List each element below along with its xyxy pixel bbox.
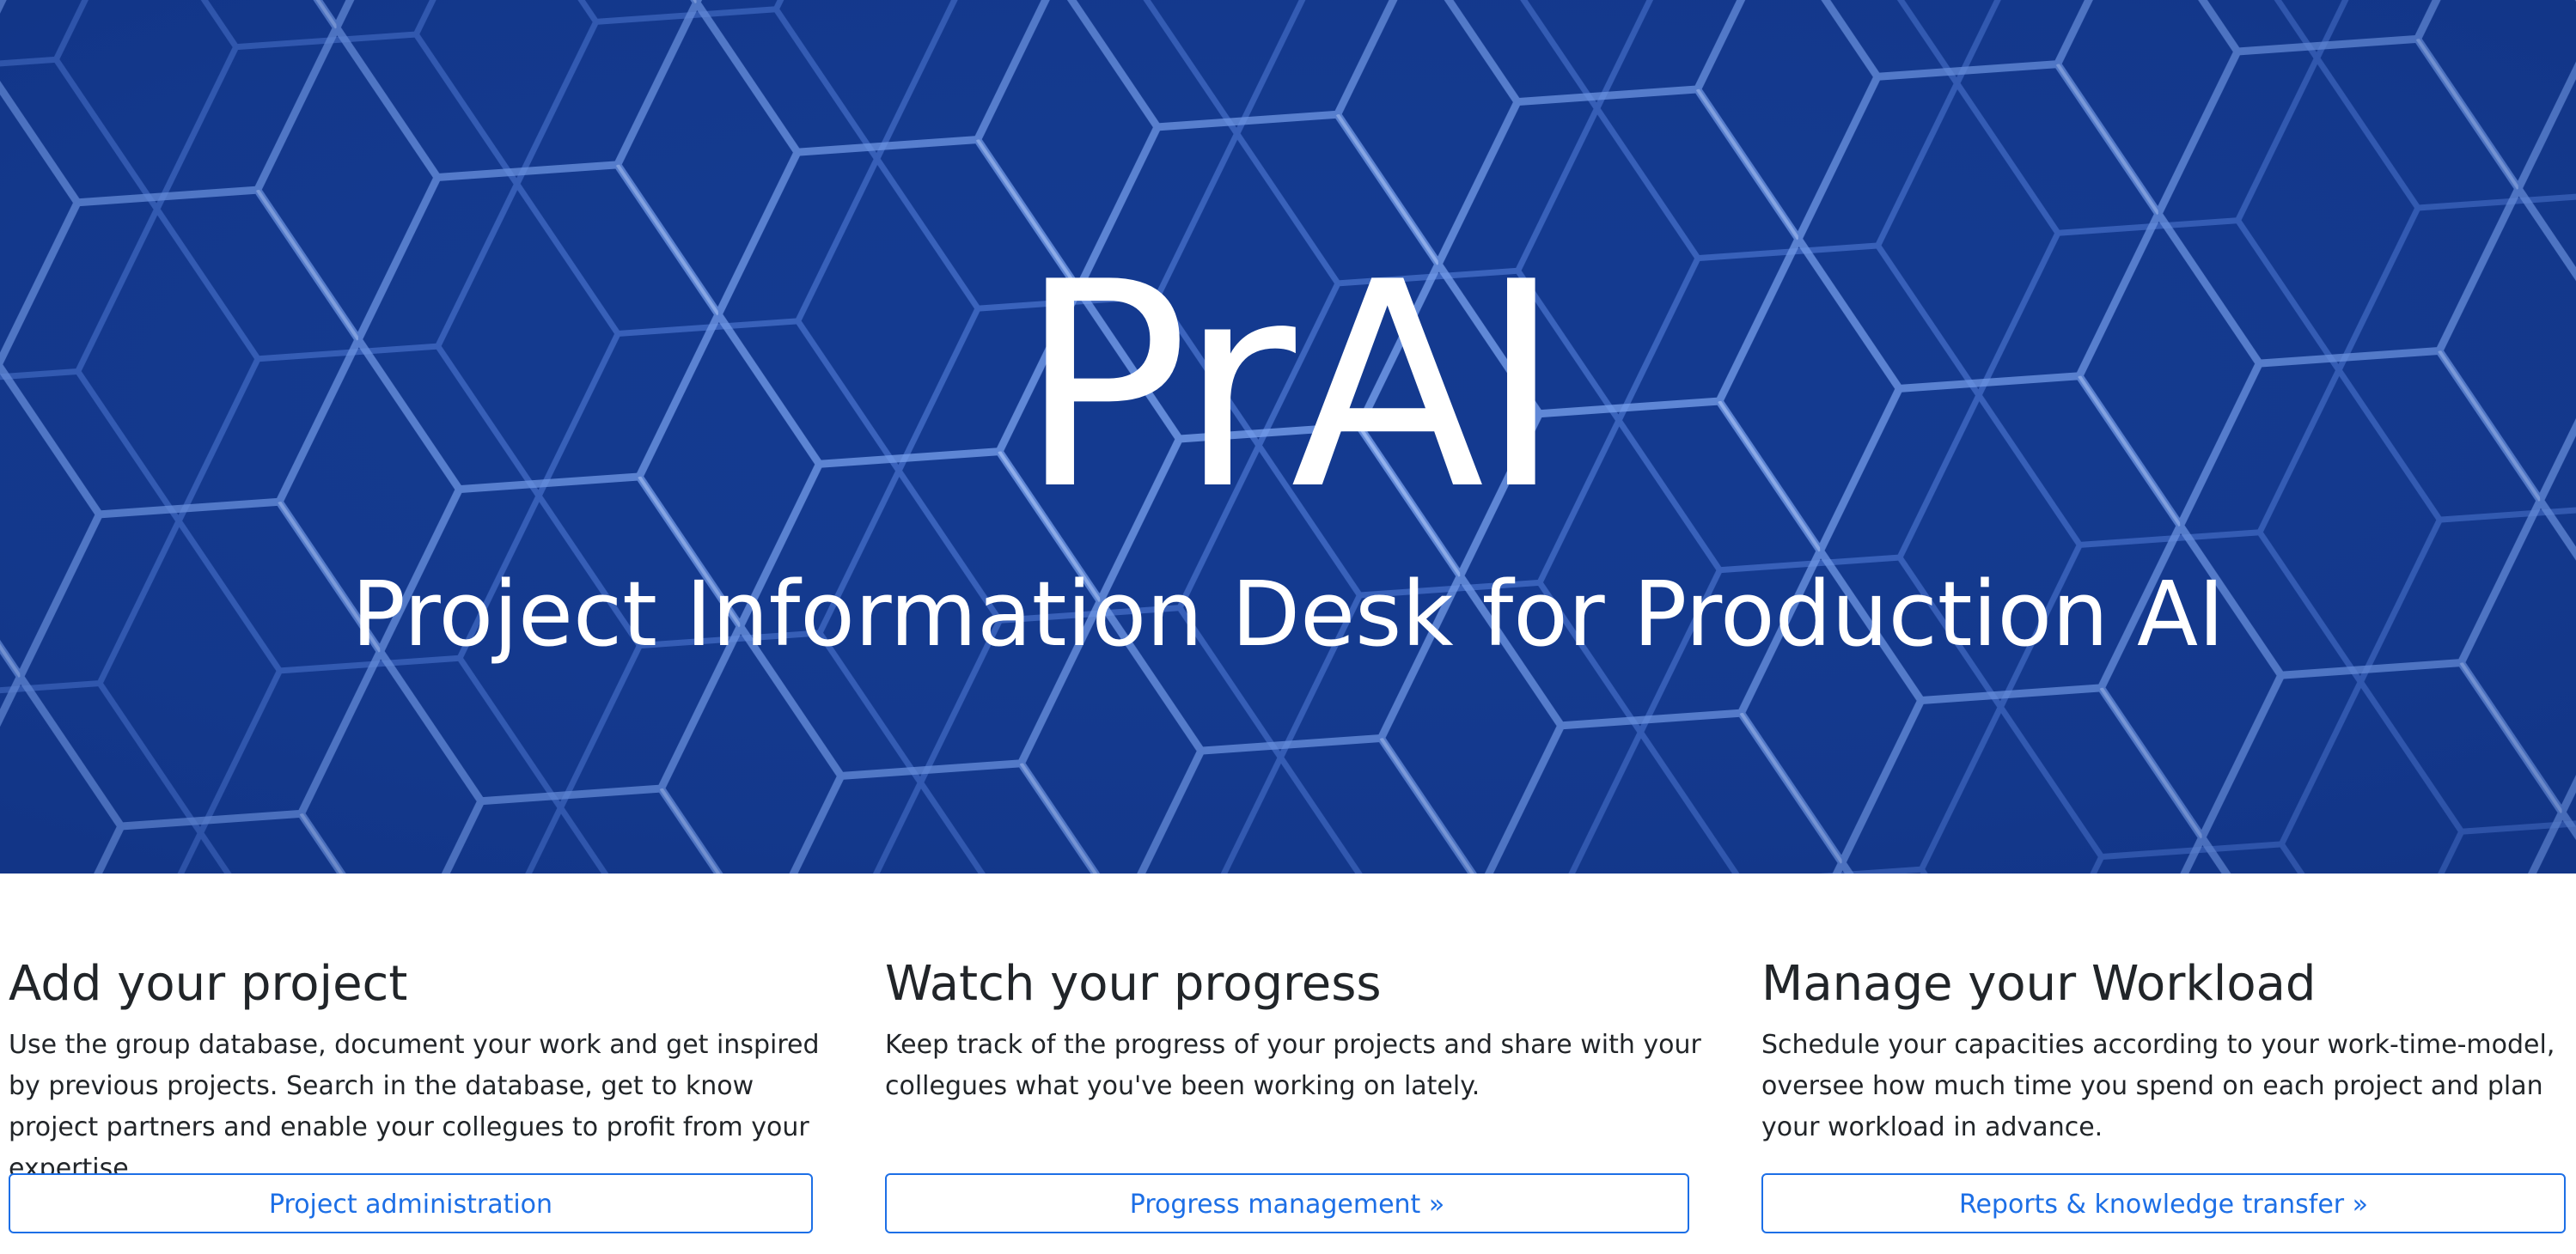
hero-subtitle: Project Information Desk for Production … <box>351 562 2225 667</box>
feature-description: Use the group database, document your wo… <box>9 1030 820 1184</box>
feature-heading: Watch your progress <box>885 956 1382 1012</box>
feature-heading: Manage your Workload <box>1761 956 2317 1012</box>
project-administration-button[interactable]: Project administration <box>9 1173 813 1233</box>
feature-columns: Add your project Use the group database,… <box>0 874 2576 1254</box>
feature-description: Keep track of the progress of your proje… <box>885 1030 1701 1101</box>
feature-heading: Add your project <box>9 956 408 1012</box>
hero-banner: PrAI Project Information Desk for Produc… <box>0 0 2576 874</box>
hero-title: PrAI <box>1018 222 1563 551</box>
reports-knowledge-transfer-button[interactable]: Reports & knowledge transfer » <box>1761 1173 2566 1233</box>
progress-management-button[interactable]: Progress management » <box>885 1173 1689 1233</box>
feature-description: Schedule your capacities according to yo… <box>1761 1030 2555 1142</box>
